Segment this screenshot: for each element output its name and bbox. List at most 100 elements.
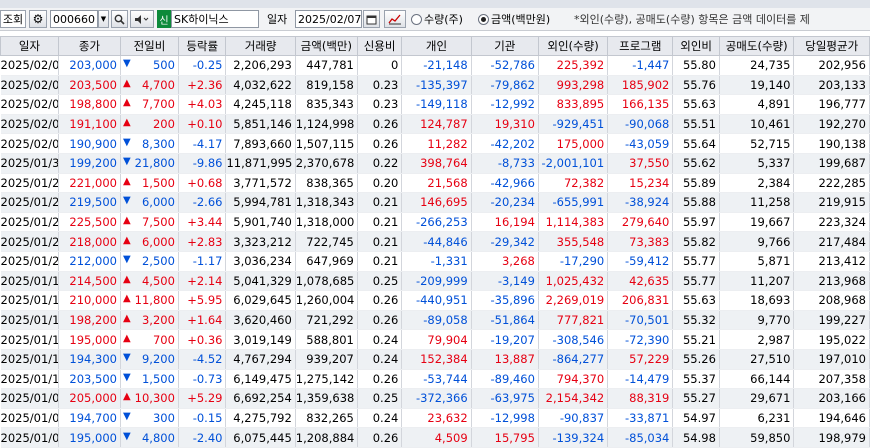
cell-indiv: 79,904 — [401, 329, 472, 350]
table-row[interactable]: 2025/01/15 198,200 ▲ 3,200 +1.64 3,620,460 721… — [0, 310, 870, 331]
cell-date: 2025/01/13 — [0, 349, 59, 370]
cell-volume: 3,036,234 — [225, 251, 296, 272]
cell-date: 2025/02/05 — [0, 94, 59, 115]
table-row[interactable]: 2025/01/21 218,000 ▲ 6,000 +2.83 3,323,212 722… — [0, 231, 870, 252]
column-header[interactable]: 전일비 — [119, 36, 179, 56]
value-program: 88,319 — [629, 391, 670, 406]
cell-volume: 5,851,146 — [225, 114, 296, 135]
column-header[interactable]: 프로그램 — [607, 36, 674, 56]
column-header[interactable]: 신용비 — [356, 36, 403, 56]
value-inst: 13,887 — [494, 352, 535, 367]
table-row[interactable]: 2025/01/22 225,500 ▲ 7,500 +3.44 5,901,7401,3… — [0, 212, 870, 233]
column-header[interactable]: 등락률 — [177, 36, 227, 56]
table-row[interactable]: 2025/01/17214,500▲4,500+2.145,041,3291,0… — [0, 271, 870, 292]
sound-button[interactable] — [130, 10, 154, 28]
query-button[interactable]: 조회 — [0, 10, 26, 28]
chart-button[interactable] — [384, 10, 406, 28]
column-header[interactable]: 당일평균가 — [793, 36, 870, 56]
column-header[interactable]: 외인(수량) — [537, 36, 609, 56]
cell-date: 2025/02/04 — [0, 114, 59, 135]
cell-inst: 15,795 — [471, 427, 539, 448]
cell-indiv: 11,282 — [401, 133, 472, 154]
value-short: 9,770 — [757, 313, 791, 328]
table-row[interactable]: 2025/01/07 195,000 ▼ 4,800 -2.40 6,075,4451,2… — [0, 427, 870, 448]
search-button[interactable] — [111, 10, 128, 28]
settings-button[interactable]: ⚙ — [29, 10, 47, 28]
column-header[interactable]: 공매도(수량) — [718, 36, 795, 56]
cell-volume: 5,994,781 — [225, 192, 296, 213]
table-row[interactable]: 2025/01/16210,000▲11,800+5.956,029,6451,… — [0, 290, 870, 311]
value-date: 2025/02/06 — [0, 77, 58, 92]
table-row[interactable]: 2025/02/06 203,500 ▲ 4,700 +2.36 4,032,622 819… — [0, 75, 870, 96]
column-header[interactable]: 외인비 — [672, 36, 720, 56]
value-credit: 0.24 — [372, 352, 399, 367]
cell-amount: 835,343 — [295, 94, 358, 115]
table-row[interactable]: 2025/02/03 190,900 ▼ 8,300 -4.17 7,893,6601,5… — [0, 133, 870, 154]
cell-short: 4,891 — [719, 94, 795, 115]
radio-amount[interactable]: 금액(백만원) — [478, 10, 550, 28]
radio-quantity[interactable]: 수량(주) — [411, 10, 463, 28]
value-avg: 223,324 — [818, 215, 866, 230]
value-volume: 5,994,781 — [233, 195, 292, 210]
date-input[interactable]: 2025/02/07 — [295, 10, 362, 28]
cell-inst: 19,310 — [471, 114, 539, 135]
cell-volume: 6,029,645 — [225, 290, 296, 311]
column-header[interactable]: 일자 — [0, 36, 59, 56]
value-inst: -42,966 — [490, 175, 535, 190]
value-indiv: -1,331 — [430, 254, 468, 269]
value-foreign: 2,154,342 — [545, 391, 605, 406]
column-header[interactable]: 기관 — [470, 36, 539, 56]
value-fratio: 55.32 — [682, 313, 716, 328]
cell-change: ▲ 200 — [120, 114, 179, 135]
cell-volume: 5,901,740 — [225, 212, 296, 233]
arrow-down-icon: ▼ — [122, 254, 131, 266]
arrow-down-icon: ▼ — [122, 136, 131, 148]
market-badge: 신 — [157, 10, 171, 28]
table-row[interactable]: 2025/01/24 221,000 ▲ 1,500 +0.68 3,771,572 838… — [0, 173, 870, 194]
value-date: 2025/01/31 — [0, 156, 58, 171]
table-row[interactable]: 2025/01/23 219,500 ▼ 6,000 -2.66 5,994,7811,3… — [0, 192, 870, 213]
table-row[interactable]: 2025/01/13 194,300 ▼ 9,200 -4.52 4,767,294 939… — [0, 349, 870, 370]
column-header[interactable]: 개인 — [401, 36, 472, 56]
table-row[interactable]: 2025/02/07 203,000 ▼ 500 -0.25 2,206,293 447,7… — [0, 55, 870, 76]
code-dropdown-button[interactable]: ▼ — [98, 10, 109, 28]
cell-close: 214,500 — [58, 271, 121, 292]
value-volume: 3,019,149 — [233, 332, 292, 347]
value-program: -90,068 — [624, 117, 670, 132]
value-fratio: 55.97 — [682, 215, 716, 230]
stock-name-field[interactable]: SK하이닉스 — [171, 10, 259, 28]
cell-short: 29,671 — [719, 388, 795, 409]
cell-volume: 3,620,460 — [225, 310, 296, 331]
cell-credit: 0.21 — [357, 212, 403, 233]
table-row[interactable]: 2025/01/09205,000▲10,300+5.296,692,2541,… — [0, 388, 870, 409]
column-header[interactable]: 금액(백만) — [294, 36, 358, 56]
cell-program: -38,924 — [607, 192, 674, 213]
value-fratio: 55.63 — [682, 97, 716, 112]
cell-avg: 219,915 — [793, 192, 870, 213]
table-row[interactable]: 2025/01/08 194,700 ▼ 300 -0.15 4,275,792 832,2… — [0, 408, 870, 429]
cell-program: -33,871 — [607, 408, 674, 429]
column-header[interactable]: 거래량 — [225, 36, 296, 56]
cell-close: 198,800 — [58, 94, 121, 115]
value-date: 2025/01/07 — [0, 430, 58, 445]
value-credit: 0.26 — [372, 371, 399, 386]
change-value: 9,200 — [141, 352, 175, 367]
column-header[interactable]: 종가 — [57, 36, 121, 56]
arrow-up-icon: ▲ — [122, 273, 131, 285]
stock-code-input[interactable]: 000660 — [50, 10, 98, 28]
value-inst: -29,342 — [490, 234, 535, 249]
table-row[interactable]: 2025/01/31199,200▼21,800-9.8611,871,9952… — [0, 153, 870, 174]
table-row[interactable]: 2025/02/04 191,100 ▲ 200 +0.10 5,851,1461,124… — [0, 114, 870, 135]
calendar-button[interactable] — [363, 10, 380, 28]
value-short: 24,735 — [750, 58, 791, 73]
value-credit: 0.25 — [372, 273, 399, 288]
table-row[interactable]: 2025/02/05 198,800 ▲ 7,700 +4.03 4,245,118 835… — [0, 94, 870, 115]
table-row[interactable]: 2025/01/10 203,500 ▼ 1,500 -0.73 6,149,4751,2… — [0, 369, 870, 390]
value-rate: -1.17 — [192, 254, 223, 269]
table-row[interactable]: 2025/01/20 212,000 ▼ 2,500 -1.17 3,036,234 647… — [0, 251, 870, 272]
cell-fratio: 55.77 — [672, 251, 720, 272]
value-short: 10,461 — [750, 117, 791, 132]
table-row[interactable]: 2025/01/14 195,000 ▲ 700 +0.36 3,019,149 588,8… — [0, 329, 870, 350]
cell-foreign: -864,277 — [538, 349, 609, 370]
value-program: 279,640 — [621, 215, 670, 230]
